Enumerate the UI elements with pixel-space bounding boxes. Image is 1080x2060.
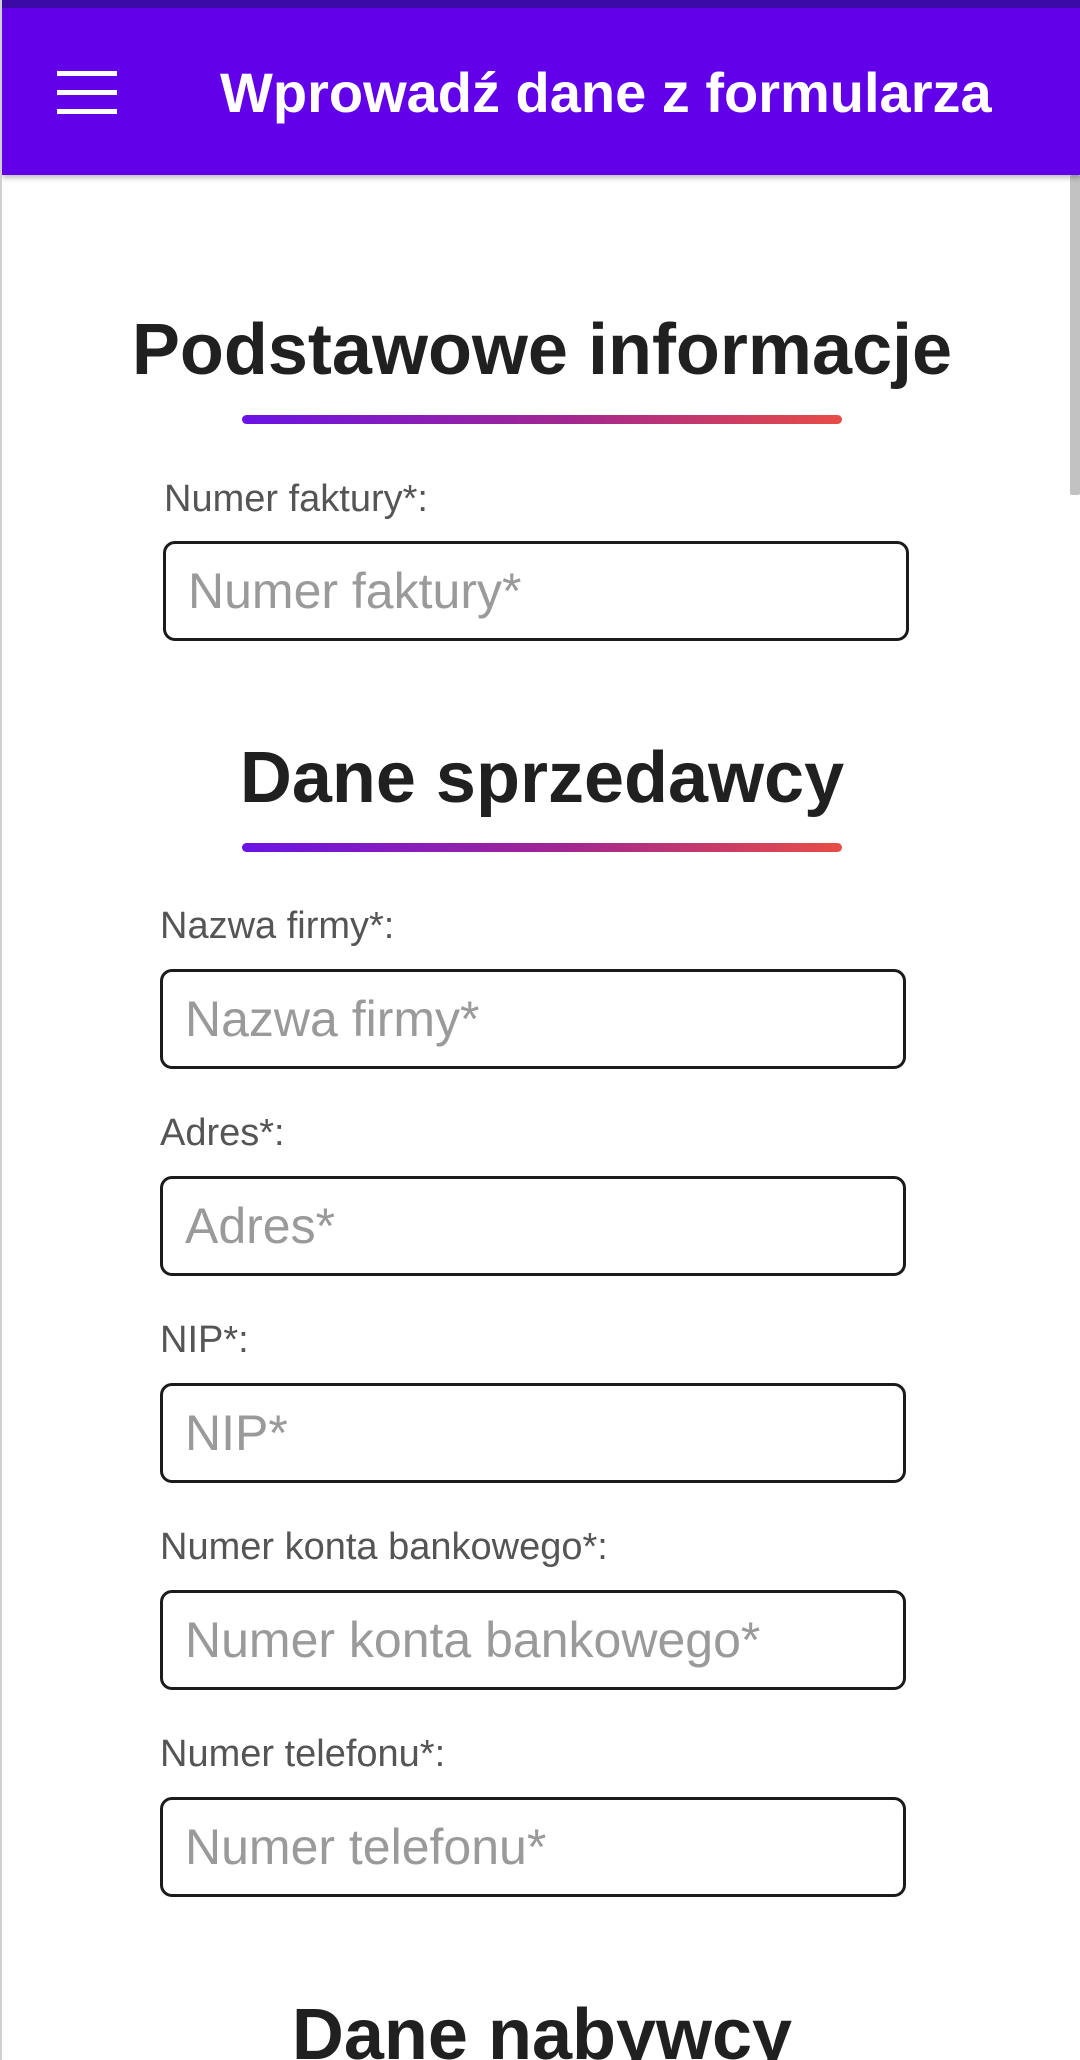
nip-label: NIP*: [160, 1319, 249, 1361]
nip-input[interactable] [160, 1383, 906, 1483]
bank-account-label: Numer konta bankowego*: [160, 1526, 608, 1568]
section-title-seller: Dane sprzedawcy [239, 738, 845, 818]
app-title: Wprowadź dane z formularza [220, 61, 992, 124]
address-input[interactable] [160, 1176, 906, 1276]
section-underline-basic [242, 415, 842, 424]
phone-label: Numer telefonu*: [160, 1733, 446, 1775]
phone-input[interactable] [160, 1797, 906, 1897]
screen: Wprowadź dane z formularza Podstawowe in… [0, 0, 1080, 2060]
section-title-buyer: Dane nabywcy [291, 1995, 793, 2060]
bank-account-input[interactable] [160, 1590, 906, 1690]
section-underline-seller [242, 843, 842, 852]
company-name-input[interactable] [160, 969, 906, 1069]
invoice-number-input[interactable] [163, 541, 909, 641]
app-bar: Wprowadź dane z formularza [2, 8, 1080, 175]
hamburger-menu-icon [57, 71, 117, 115]
status-strip [2, 0, 1080, 8]
company-name-label: Nazwa firmy*: [160, 905, 395, 947]
invoice-number-label: Numer faktury*: [164, 478, 428, 520]
section-title-basic: Podstawowe informacje [131, 310, 953, 390]
menu-button[interactable] [32, 38, 142, 148]
address-label: Adres*: [160, 1112, 285, 1154]
